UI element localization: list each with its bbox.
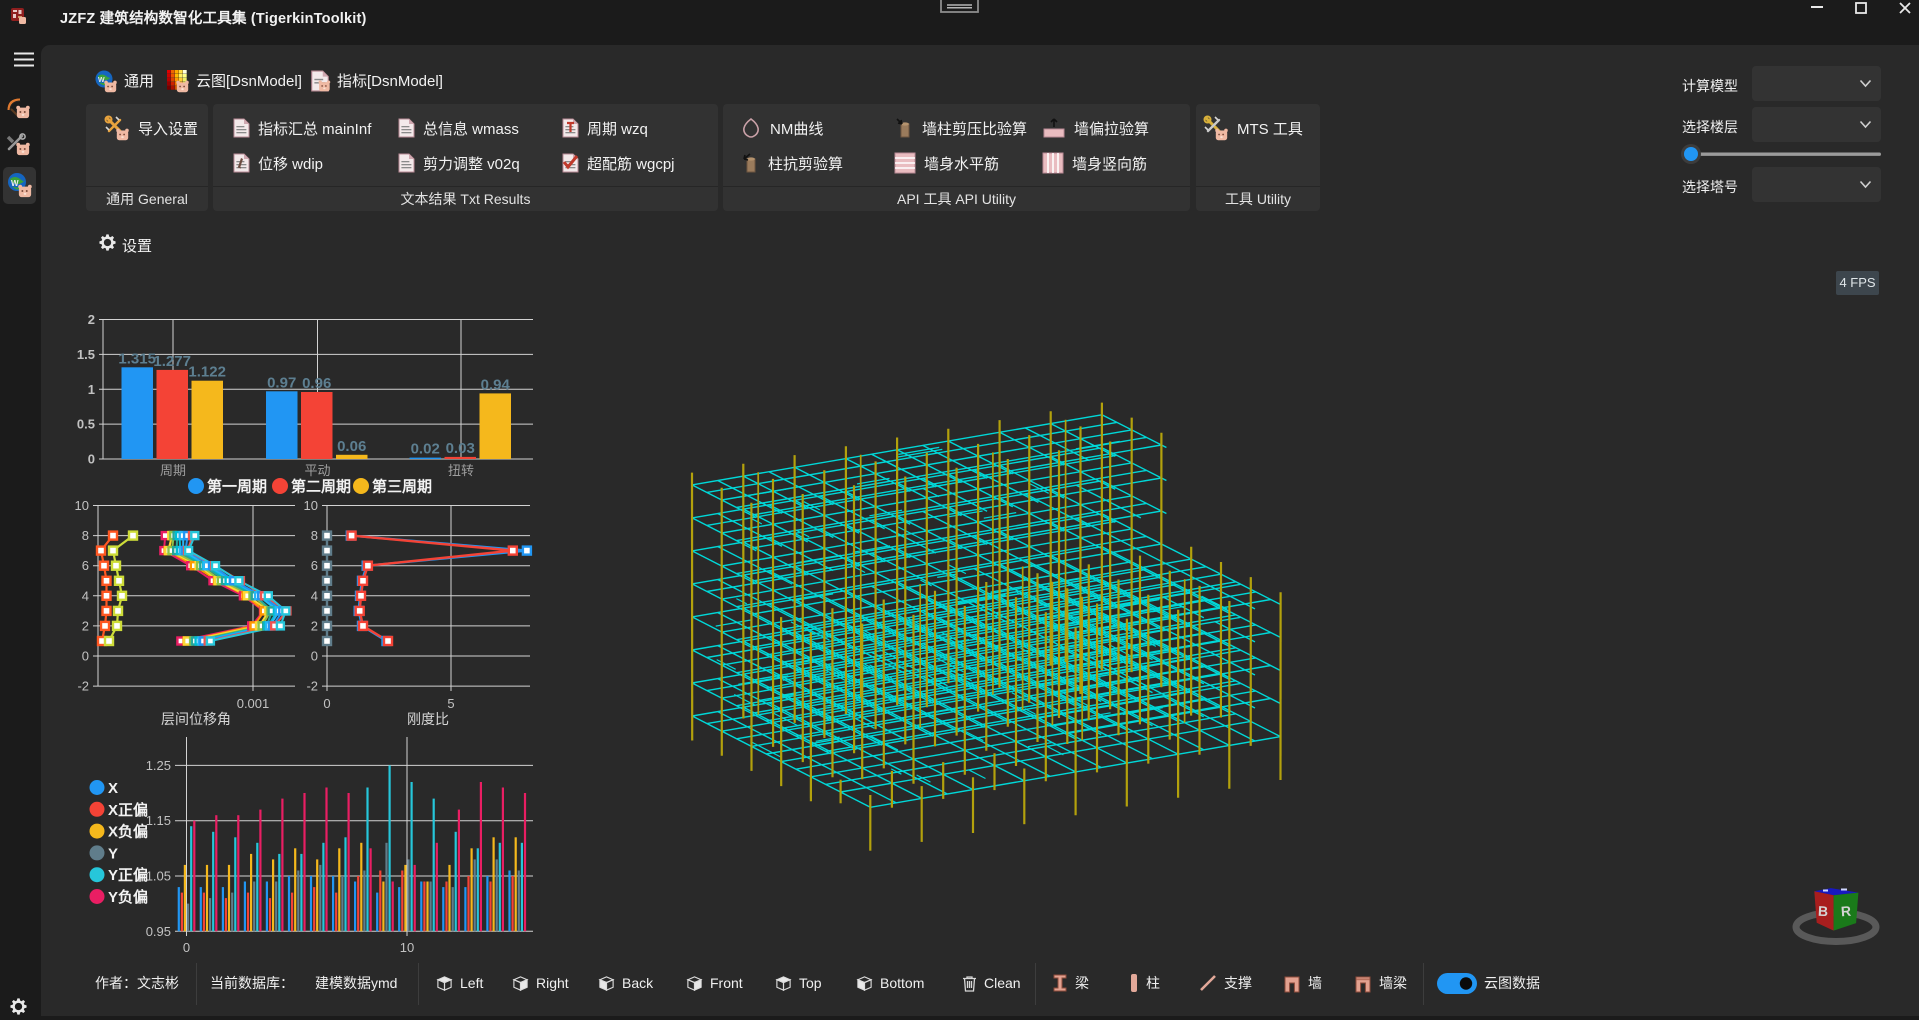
svg-text:B: B [1818,903,1829,920]
svg-text:R: R [1840,903,1851,920]
